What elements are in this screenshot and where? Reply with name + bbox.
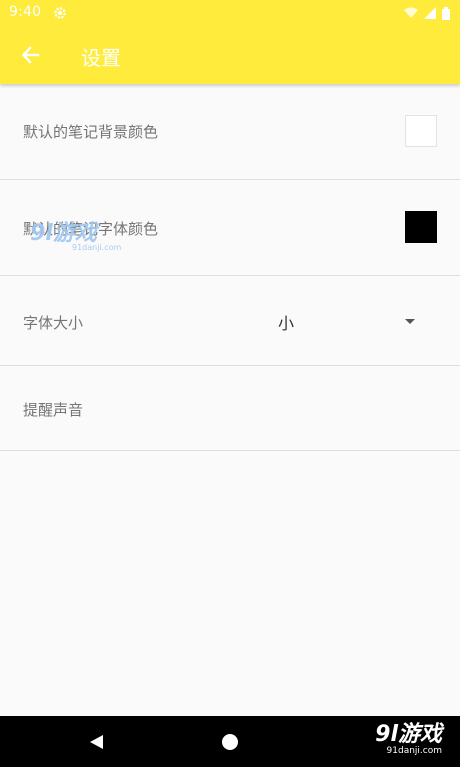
setting-row-font-size[interactable]: 字体大小 小: [0, 276, 460, 366]
font-color-swatch[interactable]: [405, 211, 437, 243]
watermark-brand: 9l游戏: [30, 221, 97, 246]
back-arrow-icon[interactable]: [16, 40, 46, 70]
nav-watermark-brand: 9l游戏: [375, 722, 442, 747]
font-size-label: 字体大小: [23, 314, 84, 332]
settings-gear-icon: [54, 7, 66, 19]
status-icons: [404, 6, 450, 20]
nav-home-icon[interactable]: [222, 734, 238, 750]
wifi-icon: [404, 7, 418, 18]
setting-row-sound[interactable]: 提醒声音: [0, 366, 460, 451]
sound-label: 提醒声音: [23, 401, 84, 419]
bg-color-label: 默认的笔记背景颜色: [23, 123, 159, 141]
battery-icon: [442, 6, 450, 20]
bg-color-swatch[interactable]: [405, 115, 437, 147]
status-time: 9:40: [9, 4, 42, 20]
setting-row-bg-color[interactable]: 默认的笔记背景颜色: [0, 84, 460, 180]
watermark-logo: 9l游戏 91danji.com: [30, 221, 122, 253]
nav-back-icon[interactable]: [88, 734, 104, 750]
app-bar: 设置: [0, 26, 460, 84]
nav-watermark: 9l游戏 91danji.com: [375, 722, 442, 756]
settings-list: 默认的笔记背景颜色 默认的笔记字体颜色 字体大小 小 提醒声音: [0, 84, 460, 451]
navigation-bar: 9l游戏 91danji.com: [0, 716, 460, 767]
dropdown-arrow-icon[interactable]: [405, 319, 415, 324]
status-bar: 9:40: [0, 0, 460, 26]
signal-icon: [424, 7, 436, 19]
font-size-select[interactable]: 小: [278, 310, 294, 334]
watermark-site: 91danji.com: [72, 243, 122, 252]
page-title: 设置: [81, 46, 121, 70]
